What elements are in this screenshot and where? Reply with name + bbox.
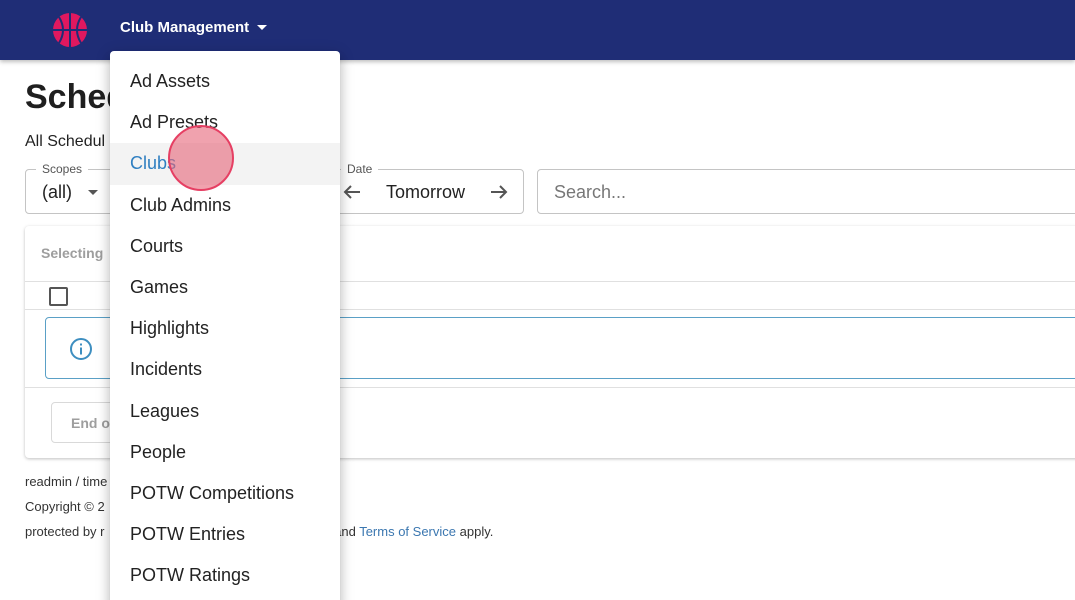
scopes-value: (all) [42,182,72,202]
arrow-right-icon[interactable] [487,180,511,204]
recaptcha-prefix: protected by r [25,524,105,539]
club-management-dropdown: Ad Assets Ad Presets Clubs Club Admins Court… [110,51,340,600]
date-value[interactable]: Tomorrow [386,182,465,203]
menu-item-incidents[interactable]: Incidents [110,349,340,390]
search-input[interactable] [554,180,1054,204]
basketball-logo-icon[interactable] [52,11,88,49]
caret-down-icon [88,190,98,195]
menu-item-potw-ratings[interactable]: POTW Ratings [110,555,340,596]
apply-text: apply. [456,524,494,539]
menu-item-ad-assets[interactable]: Ad Assets [110,61,340,102]
menu-item-potw-competitions[interactable]: POTW Competitions [110,473,340,514]
date-label: Date [341,162,379,176]
arrow-left-icon[interactable] [340,180,364,204]
footer-copyright: Copyright © 2 [25,499,105,514]
menu-item-leagues[interactable]: Leagues [110,391,340,432]
menu-item-potw-entries[interactable]: POTW Entries [110,514,340,555]
info-icon [70,338,92,360]
club-management-menu-button[interactable]: Club Management [120,19,268,36]
club-management-label: Club Management [120,19,250,36]
selecting-text: Selecting [41,245,104,261]
terms-of-service-link[interactable]: Terms of Service [359,524,456,539]
menu-item-people[interactable]: People [110,432,340,473]
search-field [537,169,1075,214]
dropdown-menu-list: Ad Assets Ad Presets Clubs Club Admins Court… [110,51,340,596]
menu-item-games[interactable]: Games [110,267,340,308]
footer-path: readmin / time [25,474,108,489]
menu-item-ad-presets[interactable]: Ad Presets [110,102,340,143]
page-subtitle: All Schedul [25,133,106,150]
menu-item-clubs[interactable]: Clubs [110,143,340,185]
date-picker: Date Tomorrow [330,162,524,214]
menu-item-courts[interactable]: Courts [110,226,340,267]
menu-item-highlights[interactable]: Highlights [110,308,340,349]
select-all-checkbox[interactable] [49,287,68,306]
caret-down-icon [257,25,268,30]
menu-item-club-admins[interactable]: Club Admins [110,185,340,226]
scopes-label: Scopes [36,162,89,176]
